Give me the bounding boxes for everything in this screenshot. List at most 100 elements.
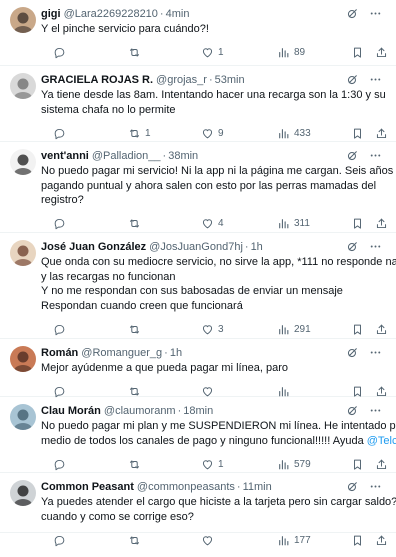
grok-icon[interactable] [346, 480, 359, 493]
share-button[interactable] [371, 46, 388, 59]
reply-button[interactable] [49, 127, 66, 140]
bookmark-button[interactable] [347, 534, 364, 547]
author-handle[interactable]: @claumoranm [104, 405, 176, 417]
avatar[interactable] [10, 404, 36, 430]
tweet[interactable]: GRACIELA ROJAS R. @grojas_r · 53min Ya tiene… [0, 66, 396, 142]
avatar[interactable] [10, 480, 36, 506]
author-name[interactable]: José Juan González [41, 241, 146, 253]
share-button[interactable] [371, 323, 388, 336]
retweet-button[interactable] [124, 323, 145, 336]
mention-link[interactable]: @Telcel [367, 435, 396, 447]
author-name[interactable]: GRACIELA ROJAS R. [41, 74, 153, 86]
like-button[interactable]: 3 [197, 323, 224, 336]
retweet-button[interactable]: 1 [124, 127, 151, 140]
author-handle[interactable]: @commonpeasants [137, 481, 235, 493]
grok-icon[interactable] [346, 404, 359, 417]
bookmark-button[interactable] [347, 127, 364, 140]
reply-button[interactable] [49, 323, 66, 336]
like-button[interactable]: 1 [197, 458, 224, 471]
tweet-timestamp[interactable]: 1h [251, 241, 263, 253]
author-name[interactable]: gigi [41, 8, 61, 20]
retweet-button[interactable] [124, 534, 145, 547]
more-icon[interactable] [369, 149, 382, 162]
grok-icon[interactable] [346, 149, 359, 162]
bookmark-icon [351, 534, 364, 547]
like-button[interactable] [197, 534, 218, 547]
tweet-content: José Juan González @JosJuanGond7hj · 1h Que … [41, 239, 396, 341]
more-icon[interactable] [369, 404, 382, 417]
tweet[interactable]: vent'anni @Palladion__ · 38min No puedo paga… [0, 142, 396, 233]
tweet[interactable]: gigi @Lara2269228210 · 4min Y el pinche serv… [0, 0, 396, 66]
tweet[interactable]: Common Peasant @commonpeasants · 11min Ya pu… [0, 473, 396, 546]
avatar[interactable] [10, 346, 36, 372]
tweet-timestamp[interactable]: 11min [243, 481, 272, 493]
tweet-timestamp[interactable]: 18min [183, 405, 213, 417]
tweet[interactable]: José Juan González @JosJuanGond7hj · 1h Que … [0, 233, 396, 339]
author-name[interactable]: Román [41, 347, 78, 359]
reply-button[interactable] [49, 46, 66, 59]
share-button[interactable] [371, 127, 388, 140]
tweet-content: vent'anni @Palladion__ · 38min No puedo paga… [41, 148, 393, 236]
retweet-icon [128, 458, 141, 471]
bookmark-button[interactable] [347, 217, 364, 230]
avatar[interactable] [10, 149, 36, 175]
tweet-timestamp[interactable]: 53min [215, 74, 245, 86]
more-icon[interactable] [369, 73, 382, 86]
grok-icon[interactable] [346, 7, 359, 20]
more-icon[interactable] [369, 346, 382, 359]
views-button[interactable]: 291 [273, 323, 311, 336]
author-handle[interactable]: @Palladion__ [92, 150, 161, 162]
reply-button[interactable] [49, 217, 66, 230]
author-name[interactable]: Clau Morán [41, 405, 101, 417]
reply-button[interactable] [49, 458, 66, 471]
bookmark-button[interactable] [347, 458, 364, 471]
reply-button[interactable] [49, 534, 66, 547]
tweet[interactable]: Román @Romanguer_g · 1h Mejor ayúdenme a que… [0, 339, 396, 398]
like-button[interactable]: 1 [197, 46, 224, 59]
retweet-button[interactable] [124, 458, 145, 471]
author-handle[interactable]: @Romanguer_g [81, 347, 162, 359]
tweet-timestamp[interactable]: 38min [168, 150, 198, 162]
author-name[interactable]: vent'anni [41, 150, 89, 162]
share-icon [375, 458, 388, 471]
more-icon[interactable] [369, 240, 382, 253]
avatar[interactable] [10, 240, 36, 266]
author-handle[interactable]: @JosJuanGond7hj [149, 241, 243, 253]
reply-icon [53, 323, 66, 336]
views-button[interactable]: 177 [273, 534, 311, 547]
grok-icon[interactable] [346, 346, 359, 359]
more-icon[interactable] [369, 7, 382, 20]
grok-icon[interactable] [346, 240, 359, 253]
author-handle[interactable]: @grojas_r [156, 74, 207, 86]
share-button[interactable] [371, 534, 388, 547]
like-button[interactable]: 9 [197, 127, 224, 140]
retweet-button[interactable] [124, 46, 145, 59]
grok-icon[interactable] [346, 73, 359, 86]
views-button[interactable]: 433 [273, 127, 311, 140]
like-count: 9 [218, 127, 224, 139]
tweet-timestamp[interactable]: 4min [166, 8, 190, 20]
tweet-text-segment: Respondan cuando creen que funcionará [41, 299, 243, 312]
avatar[interactable] [10, 7, 36, 33]
share-icon [375, 323, 388, 336]
views-button[interactable]: 579 [273, 458, 311, 471]
retweet-button[interactable] [124, 217, 145, 230]
more-icon[interactable] [369, 480, 382, 493]
tweet-text: Y el pinche servicio para cuándo?! [41, 22, 386, 37]
separator-dot: · [208, 74, 213, 86]
share-button[interactable] [371, 217, 388, 230]
tweet[interactable]: Clau Morán @claumoranm · 18min No puedo paga… [0, 397, 396, 473]
author-name[interactable]: Common Peasant [41, 481, 134, 493]
author-handle[interactable]: @Lara2269228210 [64, 8, 158, 20]
tweet-timestamp[interactable]: 1h [170, 347, 182, 359]
bookmark-button[interactable] [347, 323, 364, 336]
like-button[interactable]: 4 [197, 217, 224, 230]
views-button[interactable]: 311 [273, 217, 310, 230]
tweet-actions: 4 311 [41, 212, 388, 236]
retweet-icon [128, 534, 141, 547]
bookmark-button[interactable] [347, 46, 364, 59]
share-button[interactable] [371, 458, 388, 471]
avatar[interactable] [10, 73, 36, 99]
views-button[interactable]: 89 [273, 46, 305, 59]
tweet-text-line: No puedo pagar mi servicio! Ni la app ni… [41, 164, 393, 179]
